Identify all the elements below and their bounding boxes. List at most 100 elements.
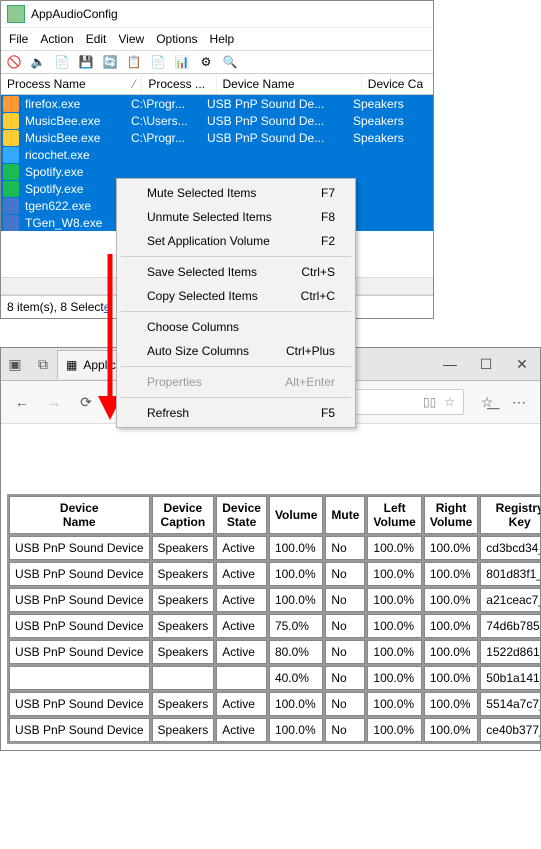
table-row[interactable]: MusicBee.exeC:\Users...USB PnP Sound De.…: [1, 112, 433, 129]
process-name: Spotify.exe: [19, 182, 89, 196]
menu-item-refresh[interactable]: RefreshF5: [119, 401, 353, 425]
table-row[interactable]: ricochet.exe: [1, 146, 433, 163]
table-row: USB PnP Sound DeviceSpeakersActive75.0%N…: [9, 614, 540, 638]
table-row: USB PnP Sound DeviceSpeakersActive100.0%…: [9, 718, 540, 742]
table-cell: Speakers: [152, 614, 215, 638]
menu-item-copy-selected-items[interactable]: Copy Selected ItemsCtrl+C: [119, 284, 353, 308]
menu-item-set-application-volume[interactable]: Set Application VolumeF2: [119, 229, 353, 253]
table-cell: 100.0%: [424, 718, 478, 742]
tb-save-icon[interactable]: 💾: [77, 53, 95, 71]
table-header: RegistryKey: [480, 496, 540, 534]
favorite-icon[interactable]: ☆: [444, 395, 455, 409]
table-cell: No: [325, 666, 365, 690]
tb-doc-icon[interactable]: 📄: [53, 53, 71, 71]
table-row: USB PnP Sound DeviceSpeakersActive100.0%…: [9, 562, 540, 586]
back-icon[interactable]: ←: [13, 394, 31, 410]
table-cell: Speakers: [152, 692, 215, 716]
menu-separator: [121, 311, 351, 312]
reading-view-icon[interactable]: ▯▯: [423, 395, 436, 409]
table-cell: No: [325, 718, 365, 742]
tab-preview-icon[interactable]: ⧉: [29, 356, 57, 373]
col-device-name[interactable]: Device Name: [217, 74, 362, 94]
menu-item-mute-selected-items[interactable]: Mute Selected ItemsF7: [119, 181, 353, 205]
col-process-name[interactable]: Process Name ⁄: [1, 74, 142, 94]
device-name: USB PnP Sound De...: [201, 114, 347, 128]
menu-item-label: Auto Size Columns: [147, 344, 249, 358]
process-name: ricochet.exe: [19, 148, 96, 162]
tb-unmute-icon[interactable]: 🔈: [29, 53, 47, 71]
table-cell: [152, 666, 215, 690]
table-cell: 100.0%: [269, 562, 323, 586]
tb-refresh-icon[interactable]: 🔄: [101, 53, 119, 71]
tb-props-icon[interactable]: 📄: [149, 53, 167, 71]
table-cell: Speakers: [152, 718, 215, 742]
process-name: Spotify.exe: [19, 165, 89, 179]
col-device-caption[interactable]: Device Ca: [362, 74, 433, 94]
table-cell: USB PnP Sound Device: [9, 692, 150, 716]
table-cell: 100.0%: [367, 614, 421, 638]
menu-item-shortcut: Ctrl+C: [301, 289, 335, 303]
maximize-button[interactable]: ☐: [468, 356, 504, 373]
menu-separator: [121, 366, 351, 367]
table-cell: 100.0%: [269, 692, 323, 716]
minimize-button[interactable]: —: [432, 356, 468, 373]
table-cell: 100.0%: [424, 562, 478, 586]
table-cell: Active: [216, 536, 267, 560]
table-cell: 100.0%: [269, 536, 323, 560]
process-icon: [3, 130, 19, 146]
menu-item-unmute-selected-items[interactable]: Unmute Selected ItemsF8: [119, 205, 353, 229]
table-cell: 80.0%: [269, 640, 323, 664]
table-header: RightVolume: [424, 496, 478, 534]
table-cell: Active: [216, 614, 267, 638]
table-cell: No: [325, 692, 365, 716]
app-icon: [7, 5, 25, 23]
table-row[interactable]: MusicBee.exeC:\Progr...USB PnP Sound De.…: [1, 129, 433, 146]
close-button[interactable]: ✕: [504, 356, 540, 373]
table-row[interactable]: firefox.exeC:\Progr...USB PnP Sound De..…: [1, 95, 433, 112]
favorites-hub-icon[interactable]: ☆͟: [478, 394, 496, 411]
tb-find-icon[interactable]: 🔍: [221, 53, 239, 71]
menu-edit[interactable]: Edit: [86, 32, 107, 46]
table-cell: ce40b377_0: [480, 718, 540, 742]
menu-item-auto-size-columns[interactable]: Auto Size ColumnsCtrl+Plus: [119, 339, 353, 363]
table-cell: Active: [216, 562, 267, 586]
table-cell: 5514a7c7_0: [480, 692, 540, 716]
table-cell: Speakers: [152, 588, 215, 612]
device-caption: Speakers: [347, 114, 431, 128]
tb-copy-icon[interactable]: 📋: [125, 53, 143, 71]
tb-options-icon[interactable]: ⚙: [197, 53, 215, 71]
menu-item-choose-columns[interactable]: Choose Columns: [119, 315, 353, 339]
process-name: tgen622.exe: [19, 199, 97, 213]
status-link[interactable]: e: [104, 300, 111, 314]
table-cell: Active: [216, 640, 267, 664]
menu-item-save-selected-items[interactable]: Save Selected ItemsCtrl+S: [119, 260, 353, 284]
device-caption: Speakers: [347, 97, 431, 111]
tb-cols-icon[interactable]: 📊: [173, 53, 191, 71]
menu-item-shortcut: Ctrl+S: [301, 265, 335, 279]
table-cell: No: [325, 640, 365, 664]
table-cell: 801d83f1_0: [480, 562, 540, 586]
table-cell: cd3bcd34_0: [480, 536, 540, 560]
table-cell: Speakers: [152, 562, 215, 586]
table-cell: Speakers: [152, 536, 215, 560]
process-icon: [3, 198, 19, 214]
tab-aside-icon[interactable]: ▣: [1, 356, 29, 373]
tb-mute-icon[interactable]: 🚫: [5, 53, 23, 71]
toolbar: 🚫 🔈 📄 💾 🔄 📋 📄 📊 ⚙ 🔍: [1, 51, 433, 74]
menu-view[interactable]: View: [118, 32, 144, 46]
menu-file[interactable]: File: [9, 32, 28, 46]
process-path: C:\Users...: [125, 114, 201, 128]
forward-icon[interactable]: →: [45, 394, 63, 410]
more-icon[interactable]: ⋯: [510, 394, 528, 411]
window-controls: — ☐ ✕: [432, 356, 540, 373]
refresh-icon[interactable]: ⟳: [77, 394, 95, 411]
col-process-id[interactable]: Process ...: [142, 74, 216, 94]
table-cell: 100.0%: [367, 640, 421, 664]
menu-help[interactable]: Help: [210, 32, 235, 46]
table-header: Mute: [325, 496, 365, 534]
menu-options[interactable]: Options: [156, 32, 197, 46]
menu-action[interactable]: Action: [40, 32, 73, 46]
table-cell: 100.0%: [424, 614, 478, 638]
menu-item-label: Choose Columns: [147, 320, 239, 334]
table-cell: [9, 666, 150, 690]
